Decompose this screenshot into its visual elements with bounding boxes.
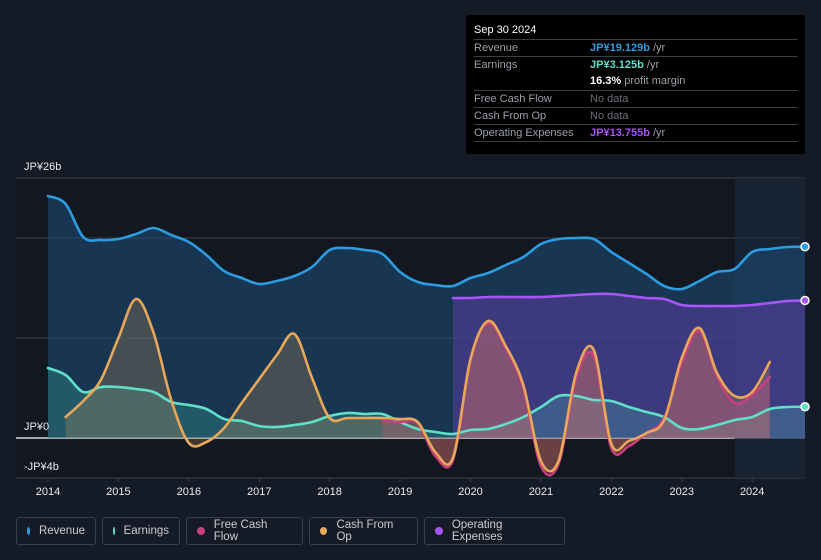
tooltip-value-amount: 16.3% — [590, 75, 622, 87]
legend-dot-icon — [27, 527, 30, 535]
tooltip-value-unit: /yr — [649, 42, 666, 54]
tooltip-row-nodata: No data — [590, 110, 629, 122]
legend-item-operating-expenses[interactable]: Operating Expenses — [424, 517, 565, 545]
legend-item-free-cash-flow[interactable]: Free Cash Flow — [186, 517, 303, 545]
tooltip-row-label: Cash From Op — [474, 110, 547, 122]
tooltip-value-amount: JP¥3.125b — [590, 59, 644, 71]
tooltip-value-unit: /yr — [643, 59, 660, 71]
legend-item-earnings[interactable]: Earnings — [102, 517, 180, 545]
tooltip-row-nodata: No data — [590, 93, 629, 105]
x-axis-label: 2017 — [247, 486, 271, 498]
tooltip-row-label: Operating Expenses — [474, 127, 574, 139]
x-axis-label: 2024 — [740, 486, 764, 498]
earnings-end-marker — [800, 402, 810, 412]
legend-label: Revenue — [38, 525, 85, 537]
legend-label: Earnings — [123, 525, 169, 537]
legend-label: Operating Expenses — [451, 519, 503, 543]
x-axis-label: 2021 — [529, 486, 553, 498]
tooltip-row-value: JP¥13.755b /yr — [590, 127, 665, 139]
tooltip-divider — [474, 141, 798, 142]
x-axis-label: 2019 — [388, 486, 412, 498]
x-axis-label: 2018 — [317, 486, 341, 498]
tooltip-date: Sep 30 2024 — [474, 24, 537, 36]
tooltip-row-value: JP¥3.125b /yr — [590, 59, 659, 71]
x-axis-label: 2015 — [106, 486, 130, 498]
tooltip-row-label: Earnings — [474, 59, 518, 71]
legend-dot-icon — [435, 527, 443, 535]
x-axis-label: 2020 — [458, 486, 482, 498]
tooltip-row-label: Free Cash Flow — [474, 93, 552, 105]
tooltip-row: Earnings JP¥3.125b /yr — [474, 56, 798, 74]
tooltip-row: Revenue JP¥19.129b /yr — [474, 39, 798, 57]
tooltip-row-value: JP¥19.129b /yr — [590, 42, 665, 54]
y-axis-label: JP¥0 — [24, 421, 49, 433]
tooltip-panel: Sep 30 2024 Revenue JP¥19.129b /yr Earning… — [466, 15, 805, 154]
tooltip-value-amount: JP¥13.755b — [590, 127, 650, 139]
legend-item-revenue[interactable]: Revenue — [16, 517, 96, 545]
x-axis-label: 2014 — [36, 486, 60, 498]
tooltip-value-unit: /yr — [649, 127, 666, 139]
y-axis-label: -JP¥4b — [24, 461, 59, 473]
y-axis-label: JP¥26b — [24, 161, 61, 173]
revenue-end-marker — [800, 241, 810, 252]
legend-dot-icon — [113, 527, 115, 535]
tooltip-row-value: 16.3% profit margin — [590, 75, 685, 87]
legend-dot-icon — [197, 527, 205, 535]
tooltip-value-unit: profit margin — [621, 75, 686, 87]
x-axis-label: 2023 — [670, 486, 694, 498]
tooltip-row: Free Cash Flow No data — [474, 90, 798, 108]
legend-dot-icon — [320, 527, 328, 535]
tooltip-row-label: Revenue — [474, 42, 519, 54]
tooltip-row: Cash From Op No data — [474, 107, 798, 125]
legend-label: Free Cash Flow — [213, 519, 268, 543]
x-axis-label: 2022 — [599, 486, 623, 498]
tooltip-row: Operating Expenses JP¥13.755b /yr — [474, 124, 798, 142]
tooltip-row: 16.3% profit margin — [474, 73, 798, 90]
legend-label: Cash From Op — [336, 519, 394, 543]
tooltip-value-amount: JP¥19.129b — [590, 42, 650, 54]
x-axis-label: 2016 — [177, 486, 201, 498]
legend-item-cash-from-op[interactable]: Cash From Op — [309, 517, 418, 545]
operating-expenses-end-marker — [800, 295, 810, 306]
